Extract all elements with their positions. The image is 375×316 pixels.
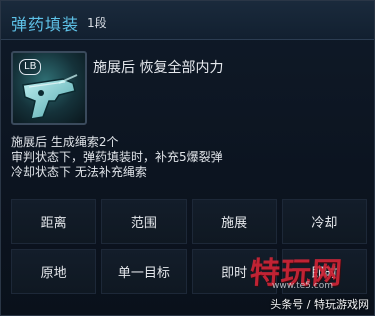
description-line: 冷却状态下 无法补充绳索 bbox=[11, 165, 147, 179]
title-bar: 弹药填装 1段 bbox=[1, 1, 374, 40]
attr-range-label: 距离 bbox=[11, 199, 97, 244]
attr-range-value: 原地 bbox=[11, 249, 97, 294]
attr-cooldown-label: 冷却 bbox=[281, 199, 367, 244]
skill-icon: LB bbox=[11, 51, 87, 125]
attr-area-label: 范围 bbox=[101, 199, 187, 244]
watermark-site: www.te5.com bbox=[272, 281, 333, 291]
skill-name: 弹药填装 bbox=[11, 15, 80, 34]
skill-description: 施展后 生成绳索2个 审判状态下，弹药填装时，补充5爆裂弹 冷却状态下 无法补充… bbox=[11, 135, 223, 180]
skill-effect: 施展后 恢复全部内力 bbox=[93, 60, 224, 76]
description-line: 审判状态下，弹药填装时，补充5爆裂弹 bbox=[11, 150, 223, 164]
attr-area-value: 单一目标 bbox=[101, 249, 187, 294]
attr-cast-label: 施展 bbox=[191, 199, 277, 244]
pistol-icon bbox=[22, 74, 78, 120]
description-line: 施展后 生成绳索2个 bbox=[11, 135, 119, 149]
footer-credit: 头条号 / 特玩游戏网 bbox=[270, 298, 369, 311]
skill-level: 1段 bbox=[87, 16, 107, 30]
